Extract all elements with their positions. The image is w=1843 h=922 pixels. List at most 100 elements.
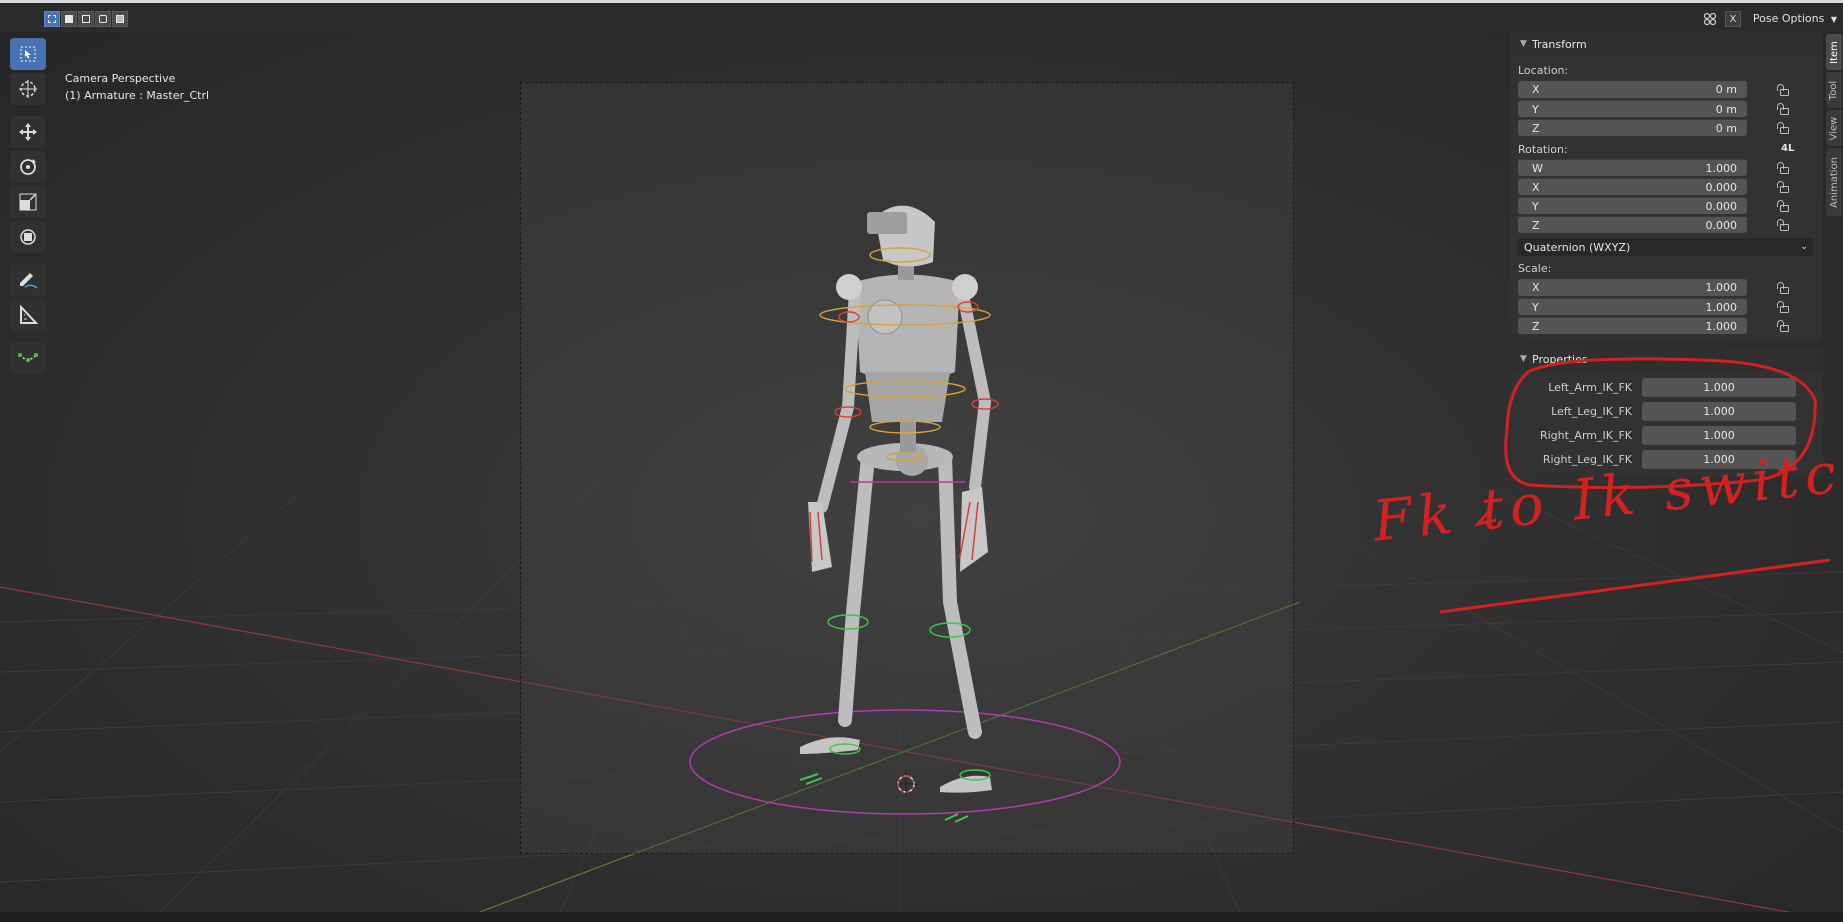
tool-shelf xyxy=(10,38,48,377)
lock-icon[interactable] xyxy=(1777,83,1791,96)
location-y-row: Y 0 m xyxy=(1518,99,1815,118)
pose-options-label: Pose Options xyxy=(1752,12,1825,25)
scale-z-field[interactable]: Z 1.000 xyxy=(1518,317,1747,334)
viewport-object-label: (1) Armature : Master_Ctrl xyxy=(65,89,210,102)
sidebar-panel: ▼ Transform Location: X 0 m Y 0 m Z 0 m Rot… xyxy=(1510,32,1823,482)
lock-icon[interactable] xyxy=(1777,300,1791,313)
properties-panel-header[interactable]: ▼ Properties xyxy=(1510,347,1823,371)
location-z-field[interactable]: Z 0 m xyxy=(1518,119,1747,136)
field-value: 0.000 xyxy=(1705,199,1738,213)
axis-label: X xyxy=(1532,180,1540,194)
tab-tool-label: Tool xyxy=(1828,80,1840,100)
axis-label: Y xyxy=(1532,102,1539,116)
lock-icon[interactable] xyxy=(1777,121,1791,134)
tab-item[interactable]: Item xyxy=(1826,34,1842,70)
pose-options-menu[interactable]: Pose Options ▼ xyxy=(1747,9,1843,29)
lock-icon[interactable] xyxy=(1777,199,1791,212)
scale-label: Scale: xyxy=(1518,262,1552,275)
lock-icon[interactable] xyxy=(1777,161,1791,174)
property-row: Left_Leg_IK_FK 1.000 xyxy=(1518,399,1815,423)
rotation-z-field[interactable]: Z 0.000 xyxy=(1518,216,1747,233)
rotation-x-row: X 0.000 xyxy=(1518,177,1815,196)
cursor-3d-marker xyxy=(894,772,918,796)
left-leg-ik-fk-field[interactable]: 1.000 xyxy=(1642,401,1796,421)
select-difference-icon[interactable] xyxy=(95,11,111,27)
right-arm-ik-fk-field[interactable]: 1.000 xyxy=(1642,425,1796,445)
axis-label: Y xyxy=(1532,300,1539,314)
transform-icon[interactable] xyxy=(10,221,46,253)
root-control xyxy=(689,709,1121,815)
scale-x-field[interactable]: X 1.000 xyxy=(1518,279,1747,296)
rotate-icon[interactable] xyxy=(10,151,46,183)
overlay-icon[interactable] xyxy=(1701,10,1719,28)
field-value: 0 m xyxy=(1715,83,1737,96)
tab-tool[interactable]: Tool xyxy=(1826,72,1842,108)
cursor-3d-icon[interactable] xyxy=(10,73,46,105)
field-value: 0.000 xyxy=(1705,218,1738,232)
tab-animation[interactable]: Animation xyxy=(1826,148,1842,216)
properties-panel-title: Properties xyxy=(1532,352,1588,366)
close-icon[interactable]: X xyxy=(1724,11,1741,27)
field-value: 1.000 xyxy=(1705,161,1738,175)
rotation-y-row: Y 0.000 xyxy=(1518,196,1815,215)
field-value: 1.000 xyxy=(1705,281,1738,294)
axis-label: W xyxy=(1532,161,1543,175)
chevron-down-icon: ▼ xyxy=(1830,15,1837,24)
chevron-down-icon: ⌄ xyxy=(1800,242,1808,252)
location-x-row: X 0 m xyxy=(1518,80,1815,99)
rotation-mode-dropdown[interactable]: Quaternion (WXYZ) ⌄ xyxy=(1518,238,1814,256)
transform-panel-header[interactable]: ▼ Transform xyxy=(1510,32,1823,56)
field-value: 0.000 xyxy=(1705,180,1738,194)
select-cursor-icon[interactable] xyxy=(10,38,46,70)
transform-panel-title: Transform xyxy=(1532,37,1587,51)
rotation-z-row: Z 0.000 xyxy=(1518,215,1815,234)
left-arm-ik-fk-field[interactable]: 1.000 xyxy=(1642,377,1796,397)
lock-icon[interactable] xyxy=(1777,102,1791,115)
axis-label: Y xyxy=(1532,199,1539,213)
scale-z-row: Z 1.000 xyxy=(1518,316,1815,335)
axis-label: Z xyxy=(1532,319,1540,333)
lock-icon[interactable] xyxy=(1777,319,1791,332)
viewport-header: X Pose Options ▼ xyxy=(0,0,1843,32)
rotation-w-field[interactable]: W 1.000 xyxy=(1518,159,1747,176)
scale-icon[interactable] xyxy=(10,186,46,218)
select-intersect-icon[interactable] xyxy=(112,11,128,27)
transform-panel: ▼ Transform Location: X 0 m Y 0 m Z 0 m Rot… xyxy=(1510,32,1823,341)
lock-icon[interactable] xyxy=(1777,281,1791,294)
axis-label: X xyxy=(1532,281,1540,294)
scale-y-row: Y 1.000 xyxy=(1518,297,1815,316)
bone-roll-icon[interactable] xyxy=(10,342,46,374)
measure-icon[interactable] xyxy=(10,299,46,331)
select-extend-icon[interactable] xyxy=(61,11,77,27)
select-subtract-icon[interactable] xyxy=(78,11,94,27)
selection-mode-buttons xyxy=(44,11,128,27)
viewport-camera-label: Camera Perspective xyxy=(65,72,176,85)
field-value: 1.000 xyxy=(1705,300,1738,314)
tab-view[interactable]: View xyxy=(1826,110,1842,146)
property-row: Left_Arm_IK_FK 1.000 xyxy=(1518,375,1815,399)
annotate-icon[interactable] xyxy=(10,264,46,296)
move-icon[interactable] xyxy=(10,116,46,148)
axis-label: Z xyxy=(1532,218,1540,232)
tab-view-label: View xyxy=(1828,116,1840,140)
location-y-field[interactable]: Y 0 m xyxy=(1518,100,1747,117)
lock-icon[interactable] xyxy=(1777,218,1791,231)
chevron-down-icon: ▼ xyxy=(1520,39,1527,49)
rotation-lock-mode-toggle[interactable]: 4L xyxy=(1781,143,1801,154)
field-value: 0 m xyxy=(1715,102,1737,116)
location-z-row: Z 0 m xyxy=(1518,118,1815,137)
status-bar xyxy=(0,912,1843,922)
rotation-x-field[interactable]: X 0.000 xyxy=(1518,178,1747,195)
rotation-w-row: W 1.000 xyxy=(1518,158,1815,177)
chevron-down-icon: ▼ xyxy=(1520,354,1527,364)
select-box-icon[interactable] xyxy=(44,11,60,27)
field-value: 0 m xyxy=(1715,121,1737,135)
lock-icon[interactable] xyxy=(1777,180,1791,193)
rotation-label: Rotation: xyxy=(1518,142,1568,156)
rotation-y-field[interactable]: Y 0.000 xyxy=(1518,197,1747,214)
location-x-field[interactable]: X 0 m xyxy=(1518,81,1747,98)
axis-label: X xyxy=(1532,83,1540,96)
property-label: Left_Leg_IK_FK xyxy=(1551,404,1632,418)
location-label: Location: xyxy=(1518,64,1569,77)
scale-y-field[interactable]: Y 1.000 xyxy=(1518,298,1747,315)
